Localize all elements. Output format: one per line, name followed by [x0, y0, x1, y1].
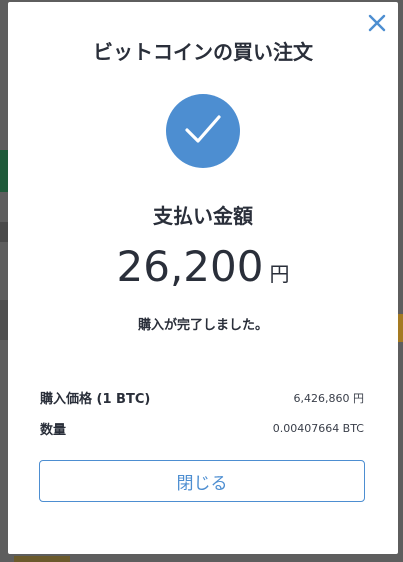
close-icon[interactable] — [368, 14, 386, 36]
status-message: 購入が完了しました。 — [137, 318, 268, 333]
currency-unit: 円 — [269, 262, 290, 286]
detail-row-price: 購入価格 (1 BTC) 6,426,860 円 — [40, 388, 364, 408]
detail-label: 数量 — [40, 423, 67, 438]
success-check-circle — [166, 94, 240, 168]
payment-amount: 26,200 円 — [8, 242, 398, 291]
close-modal-button[interactable]: 閉じる — [39, 460, 365, 502]
modal-title: ビットコインの買い注文 — [93, 40, 313, 64]
detail-value: 6,426,860 円 — [293, 391, 364, 405]
detail-label: 購入価格 (1 BTC) — [40, 392, 151, 407]
purchase-complete-modal: ビットコインの買い注文 支払い金額 26,200 円 購入が完了しました。 購入価… — [8, 2, 398, 554]
detail-row-quantity: 数量 0.00407664 BTC — [40, 419, 364, 438]
background-panel — [0, 150, 8, 192]
background-panel — [0, 222, 8, 242]
close-button[interactable] — [364, 12, 390, 38]
payment-amount-label: 支払い金額 — [153, 204, 253, 228]
detail-value: 0.00407664 BTC — [272, 422, 364, 435]
background-panel — [0, 300, 8, 340]
check-icon — [183, 112, 223, 150]
amount-value: 26,200 — [116, 242, 264, 291]
background-panel — [14, 556, 70, 562]
